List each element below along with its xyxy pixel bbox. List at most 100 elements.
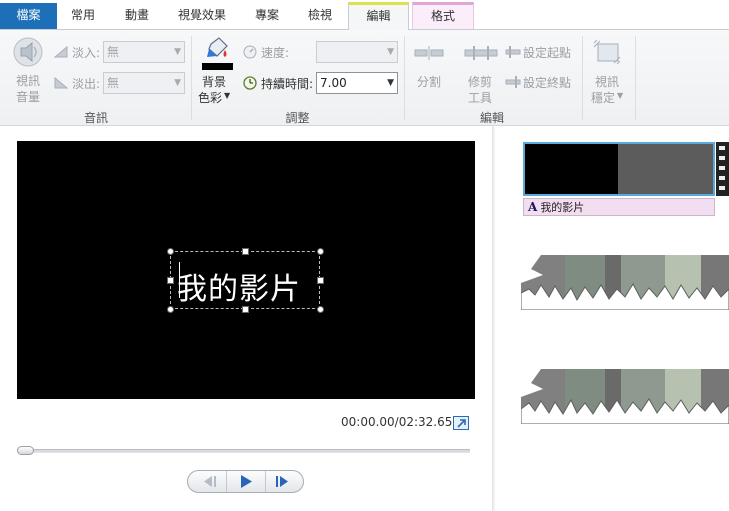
film-strip-edge	[716, 142, 729, 196]
clip-frame-black	[525, 144, 618, 194]
fade-in-icon	[53, 45, 68, 58]
fade-out-value: 無	[107, 76, 120, 90]
transport-controls	[187, 470, 304, 493]
duration-clock-icon	[243, 76, 257, 90]
video-stabilization-label-line1: 視訊	[595, 75, 620, 89]
fade-in-value: 無	[107, 45, 120, 59]
group-separator	[404, 36, 405, 120]
tab-file[interactable]: 檔案	[0, 3, 57, 29]
trim-tool-button[interactable]: 修剪 工具	[462, 34, 500, 106]
tab-view[interactable]: 檢視	[298, 4, 342, 29]
selected-clip-thumbnail[interactable]	[523, 142, 715, 196]
waveform-thumbnail	[521, 255, 729, 310]
split-button[interactable]: 分割	[412, 34, 446, 104]
tab-home[interactable]: 常用	[63, 4, 103, 29]
play-button[interactable]	[227, 471, 265, 492]
resize-handle[interactable]	[167, 248, 174, 255]
resize-handle[interactable]	[317, 306, 324, 313]
speed-icon	[243, 45, 257, 59]
group-separator	[635, 36, 636, 120]
background-color-swatch	[202, 63, 233, 70]
tab-project[interactable]: 專案	[245, 4, 289, 29]
stabilize-icon	[593, 39, 621, 65]
paint-bucket-icon	[207, 37, 228, 57]
speed-label: 速度:	[261, 46, 290, 60]
duration-select[interactable]: 7.00 ▼	[316, 72, 398, 94]
tab-visual-effects[interactable]: 視覺效果	[172, 4, 232, 29]
video-volume-label-line1: 視訊	[16, 74, 41, 88]
group-separator	[191, 36, 192, 120]
audio-waveform-clip[interactable]	[521, 255, 729, 310]
edit-group-label: 編輯	[479, 111, 504, 125]
tab-format[interactable]: 格式	[412, 2, 474, 29]
prev-frame-icon	[204, 476, 216, 487]
next-frame-icon	[276, 476, 288, 487]
play-icon	[241, 475, 252, 488]
audio-group-label: 音訊	[83, 111, 108, 125]
video-stabilization-label-line2: 穩定	[591, 91, 616, 105]
preview-pane: 我的影片 00:00.00/02:32.65	[0, 126, 492, 511]
clip-frame-gray	[618, 144, 713, 194]
seek-bar[interactable]	[17, 449, 470, 453]
fullscreen-icon	[457, 419, 466, 428]
caption-text[interactable]: 我的影片	[177, 264, 301, 308]
resize-handle[interactable]	[167, 277, 174, 284]
duration-value: 7.00	[320, 76, 347, 90]
trim-tool-label-line2: 工具	[468, 91, 493, 105]
video-volume-label-line2: 音量	[16, 90, 41, 104]
previous-frame-button[interactable]	[192, 471, 226, 492]
video-volume-button[interactable]: 視訊 音量	[8, 34, 48, 106]
time-display: 00:00.00/02:32.65	[341, 415, 453, 429]
caption-clip-label: 我的影片	[540, 201, 585, 214]
resize-handle[interactable]	[167, 306, 174, 313]
set-start-label: 設定起點	[523, 46, 572, 60]
set-end-button[interactable]: 設定終點	[505, 72, 577, 92]
adjust-group-label: 調整	[285, 111, 310, 125]
resize-handle[interactable]	[317, 277, 324, 284]
fade-in-select[interactable]: 無 ▼	[103, 41, 185, 63]
storyboard-pane: A 我的影片	[495, 126, 729, 511]
set-start-icon	[505, 46, 521, 58]
trim-icon	[464, 46, 498, 60]
caption-text-box[interactable]: 我的影片	[167, 248, 324, 313]
text-caption-icon: A	[528, 200, 538, 214]
fade-in-label: 淡入:	[72, 46, 101, 60]
background-color-button[interactable]: 背景 色彩 ▼	[197, 34, 237, 106]
duration-label: 持續時間:	[261, 77, 314, 91]
fade-out-select[interactable]: 無 ▼	[103, 72, 185, 94]
chevron-down-icon: ▼	[174, 78, 181, 88]
background-color-label-line2: 色彩	[198, 91, 223, 105]
tab-animations[interactable]: 動畫	[117, 4, 157, 29]
resize-handle[interactable]	[317, 248, 324, 255]
ribbon-tab-bar: 檔案 常用 動畫 視覺效果 專案 檢視 編輯 格式	[0, 0, 729, 30]
caption-clip[interactable]: A 我的影片	[523, 198, 715, 216]
fade-out-label: 淡出:	[72, 77, 101, 91]
film-sprocket-holes	[719, 146, 725, 190]
trim-tool-label-line1: 修剪	[468, 75, 493, 89]
fullscreen-button[interactable]	[453, 416, 469, 430]
tab-edit[interactable]: 編輯	[348, 2, 409, 30]
group-separator	[582, 36, 583, 120]
volume-speaker-icon	[13, 37, 43, 67]
ribbon: 視訊 音量 淡入: 無 ▼ 淡出: 無 ▼ 音訊 背景 色彩 ▼ 速度: ▼ 持…	[0, 29, 729, 126]
chevron-down-icon: ▼	[174, 47, 181, 57]
set-end-label: 設定終點	[523, 76, 572, 90]
fade-out-icon	[54, 76, 69, 89]
video-preview[interactable]: 我的影片	[17, 141, 475, 399]
split-label: 分割	[417, 75, 442, 89]
audio-waveform-clip[interactable]	[521, 369, 729, 424]
set-start-button[interactable]: 設定起點	[505, 42, 577, 62]
chevron-down-icon: ▼	[387, 47, 394, 57]
set-end-icon	[505, 76, 521, 88]
chevron-down-icon: ▼	[224, 91, 231, 100]
video-stabilization-button[interactable]: 視訊 穩定 ▼	[587, 34, 627, 106]
chevron-down-icon: ▼	[617, 91, 624, 100]
split-icon	[414, 46, 444, 60]
chevron-down-icon: ▼	[387, 78, 394, 88]
movie-maker-window: 檔案 常用 動畫 視覺效果 專案 檢視 編輯 格式 視訊 音量 淡入: 無 ▼	[0, 0, 729, 511]
speed-select[interactable]: ▼	[316, 41, 398, 63]
background-color-label-line1: 背景	[202, 75, 227, 89]
resize-handle[interactable]	[242, 248, 249, 255]
seek-thumb[interactable]	[17, 446, 34, 455]
next-frame-button[interactable]	[266, 471, 302, 492]
